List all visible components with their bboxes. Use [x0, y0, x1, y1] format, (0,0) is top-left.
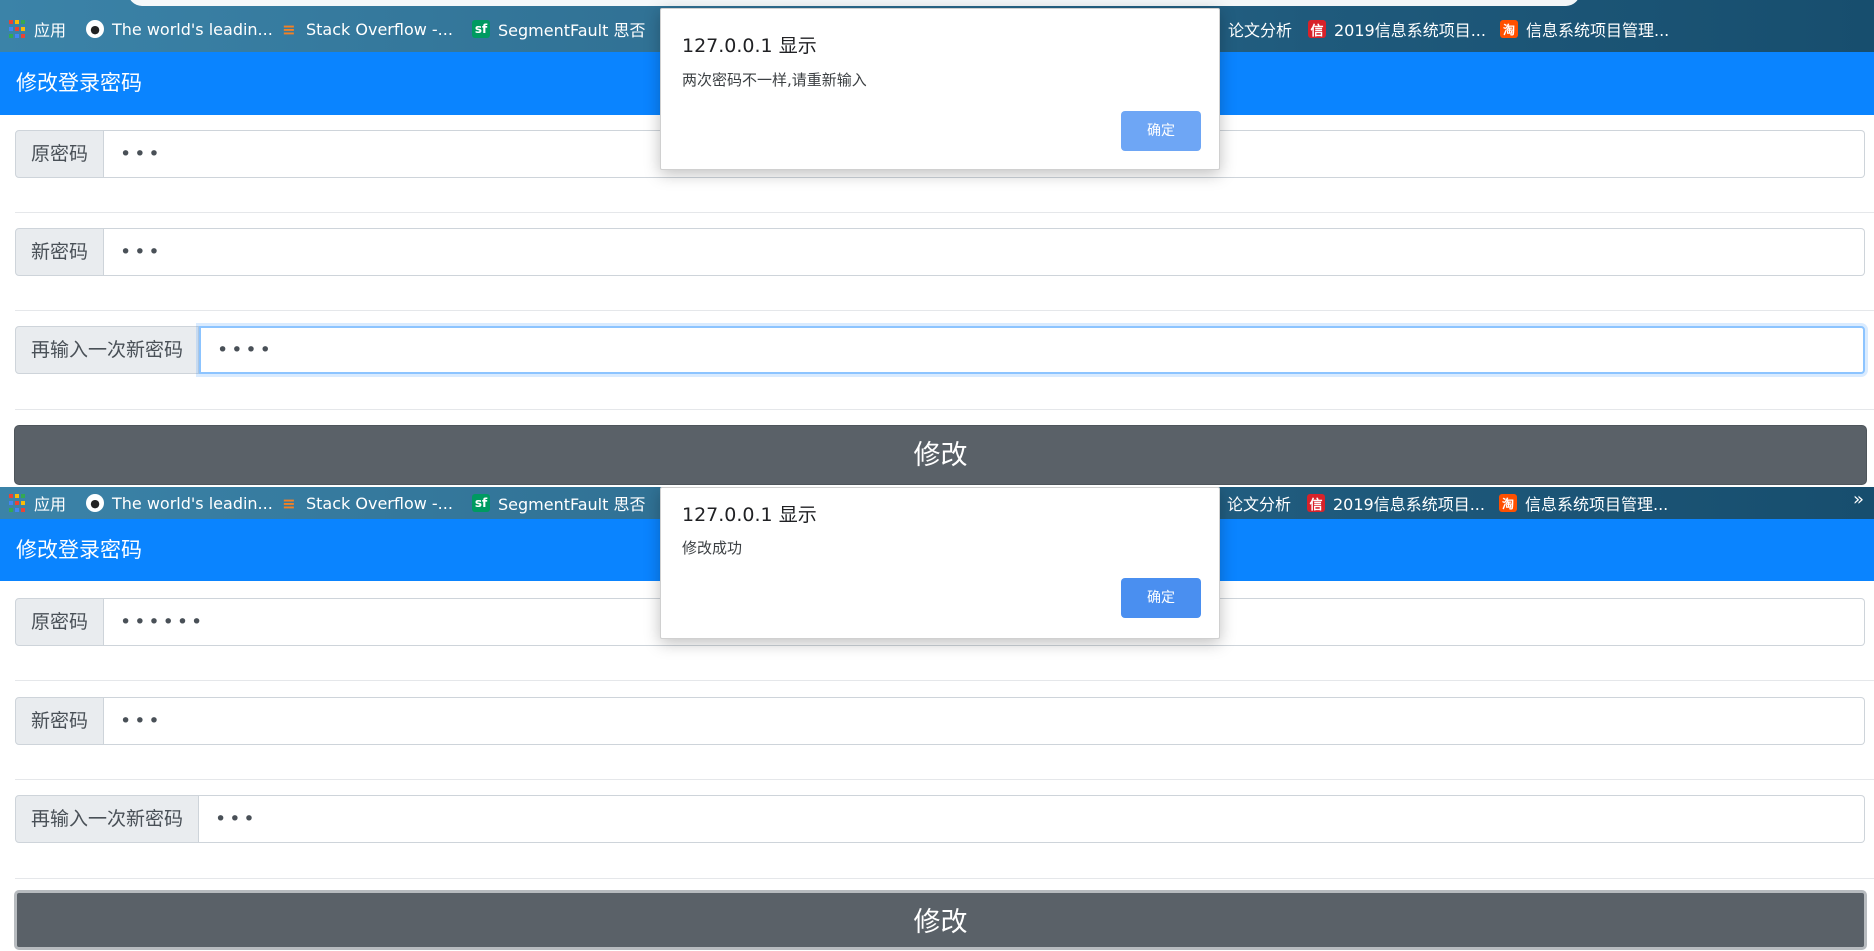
bookmark-label: SegmentFault 思否 [498, 21, 646, 40]
bookmark-paper-analysis[interactable]: 论文分析 [1228, 17, 1292, 41]
bookmark-github[interactable]: ● The world's leadin... [86, 17, 273, 41]
bookmark-label: The world's leadin... [112, 493, 273, 513]
divider [15, 310, 1874, 311]
apps-grid-icon [8, 20, 26, 38]
bookmark-label: 2019信息系统项目... [1334, 21, 1486, 40]
taobao-icon: 淘 [1500, 20, 1518, 38]
bookmark-label: 论文分析 [1228, 21, 1293, 40]
bookmark-label: Stack Overflow -... [306, 493, 453, 513]
xin-icon: 信 [1308, 20, 1326, 39]
github-icon: ● [86, 20, 104, 38]
divider [15, 212, 1874, 213]
dialog-message: 两次密码不一样,请重新输入 [682, 71, 867, 89]
dialog-title: 127.0.0.1 显示 [682, 504, 817, 526]
bookmark-label: 应用 [34, 21, 67, 40]
stackoverflow-icon: ≡ [282, 19, 296, 39]
bookmark-label: 信息系统项目管理... [1525, 495, 1669, 514]
divider [15, 779, 1874, 780]
dialog-title: 127.0.0.1 显示 [682, 35, 817, 57]
bookmark-segmentfault[interactable]: sf SegmentFault 思否 [472, 491, 646, 515]
segmentfault-icon: sf [472, 494, 490, 512]
confirm-password-input[interactable]: ••• [199, 795, 1865, 843]
new-password-input[interactable]: ••• [104, 697, 1865, 745]
bookmark-label: SegmentFault 思否 [498, 495, 646, 514]
bookmark-label: 信息系统项目管理... [1526, 21, 1670, 40]
confirm-password-row: 再输入一次新密码 •••• [15, 326, 1865, 374]
old-password-label: 原密码 [15, 598, 105, 646]
new-password-row: 新密码 ••• [15, 697, 1865, 745]
divider [15, 409, 1874, 410]
submit-button[interactable]: 修改 [14, 890, 1867, 950]
bookmark-xin[interactable]: 信 2019信息系统项目... [1308, 17, 1486, 41]
bookmark-paper-analysis[interactable]: 论文分析 [1227, 491, 1291, 515]
confirm-password-row: 再输入一次新密码 ••• [15, 795, 1865, 843]
bookmark-label: The world's leadin... [112, 19, 273, 39]
divider [15, 680, 1874, 681]
bookmark-apps[interactable]: 应用 [8, 17, 66, 41]
old-password-label: 原密码 [15, 130, 105, 178]
bookmark-xin[interactable]: 信 2019信息系统项目... [1307, 491, 1485, 515]
dialog-ok-button[interactable]: 确定 [1121, 111, 1201, 151]
new-password-label: 新密码 [15, 697, 105, 745]
divider [15, 878, 1874, 879]
new-password-row: 新密码 ••• [15, 228, 1865, 276]
screenshot-success: 应用 ● The world's leadin... ≡ Stack Overf… [0, 487, 1874, 951]
bookmark-label: 论文分析 [1227, 495, 1292, 514]
bookmark-segmentfault[interactable]: sf SegmentFault 思否 [472, 17, 646, 41]
bookmark-taobao[interactable]: 淘 信息系统项目管理... [1499, 491, 1668, 515]
submit-button[interactable]: 修改 [14, 425, 1867, 485]
apps-grid-icon [8, 494, 26, 512]
taobao-icon: 淘 [1499, 494, 1517, 512]
new-password-label: 新密码 [15, 228, 105, 276]
xin-icon: 信 [1307, 494, 1325, 513]
stackoverflow-icon: ≡ [282, 493, 296, 513]
confirm-password-input[interactable]: •••• [199, 326, 1865, 374]
confirm-password-label: 再输入一次新密码 [15, 795, 200, 843]
bookmark-label: 2019信息系统项目... [1333, 495, 1485, 514]
bookmark-github[interactable]: ● The world's leadin... [86, 491, 273, 515]
bookmark-apps[interactable]: 应用 [8, 491, 66, 515]
alert-dialog: 127.0.0.1 显示 修改成功 确定 [660, 487, 1220, 639]
screenshot-mismatch: 应用 ● The world's leadin... ≡ Stack Overf… [0, 0, 1874, 487]
alert-dialog: 127.0.0.1 显示 两次密码不一样,请重新输入 确定 [660, 8, 1220, 170]
bookmark-label: 应用 [34, 495, 67, 514]
bookmark-taobao[interactable]: 淘 信息系统项目管理... [1500, 17, 1669, 41]
bookmark-label: Stack Overflow -... [306, 19, 453, 39]
bookmark-stackoverflow[interactable]: ≡ Stack Overflow -... [280, 491, 453, 515]
github-icon: ● [86, 494, 104, 512]
address-bar-edge [128, 0, 1580, 6]
dialog-ok-button[interactable]: 确定 [1121, 578, 1201, 618]
bookmarks-more-icon[interactable]: » [1853, 489, 1864, 510]
confirm-password-label: 再输入一次新密码 [15, 326, 200, 374]
bookmark-stackoverflow[interactable]: ≡ Stack Overflow -... [280, 17, 453, 41]
dialog-message: 修改成功 [682, 539, 743, 557]
new-password-input[interactable]: ••• [104, 228, 1865, 276]
segmentfault-icon: sf [472, 20, 490, 38]
